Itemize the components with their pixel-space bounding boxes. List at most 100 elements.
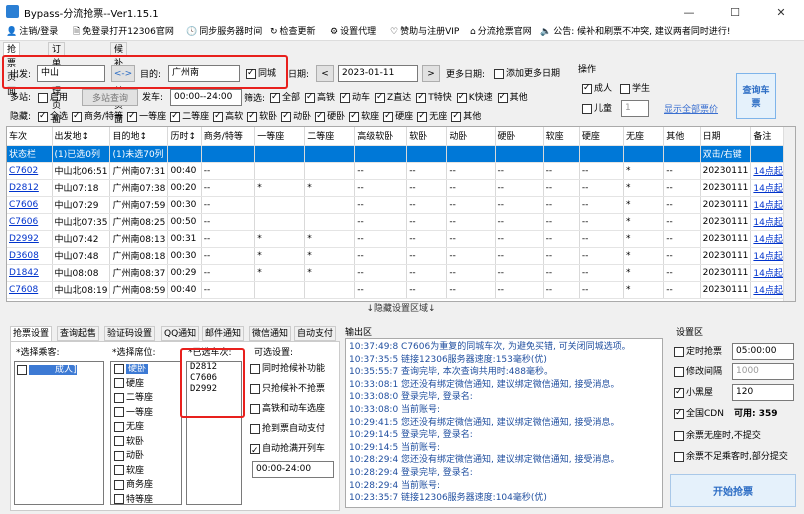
hide-other[interactable]: 其他: [451, 110, 481, 123]
column-header[interactable]: 日期: [700, 127, 752, 146]
hide-dongwo[interactable]: 动卧: [281, 110, 311, 123]
menu-official-site[interactable]: ⌂ 分流抢票官网: [470, 24, 532, 41]
seat-item[interactable]: 特等座: [111, 493, 181, 504]
filter-gaotie[interactable]: 高铁: [305, 91, 335, 104]
column-header[interactable]: 高级软卧: [354, 127, 408, 146]
column-header[interactable]: 出发地↕: [52, 127, 111, 146]
tab-wechat-notify[interactable]: 微信通知: [249, 326, 292, 341]
tab-qq-notify[interactable]: QQ通知: [161, 326, 200, 341]
status-row[interactable]: 状态栏 (1)已选0列 (1)未选70列 双击/右键: [7, 145, 795, 163]
seat-item[interactable]: 商务座: [111, 478, 181, 493]
adult-checkbox[interactable]: 成人: [582, 82, 612, 95]
blackroom-checkbox[interactable]: 小黑屋: [674, 386, 713, 399]
selected-trains-list[interactable]: D2812 C7606 D2992: [186, 361, 242, 505]
train-number-link[interactable]: C7606: [7, 213, 53, 231]
filter-z[interactable]: Z直达: [375, 91, 411, 104]
seat-list[interactable]: 硬卧 硬座 二等座 一等座 无座 软卧 动卧 软座 商务座 特等座: [110, 361, 182, 505]
column-header[interactable]: 车次: [7, 127, 53, 146]
column-header[interactable]: 无座: [623, 127, 665, 146]
partial-submit-checkbox[interactable]: 余票不足乘客时,部分提交: [674, 451, 788, 463]
table-row[interactable]: D3608 中山07:48 广州南08:18 00:30 -- * * -- -- -- -- -- -…: [7, 247, 795, 265]
table-row[interactable]: D2812 中山07:18 广州南07:38 00:20 -- * * -- -- -- -- -- -…: [7, 179, 795, 197]
timed-input[interactable]: 05:00:00: [732, 343, 794, 360]
column-header[interactable]: 软座: [543, 127, 580, 146]
seat-item[interactable]: 软卧: [111, 435, 181, 450]
filter-other[interactable]: 其他: [497, 91, 528, 104]
hide-ruanzuo[interactable]: 软座: [349, 110, 379, 123]
menu-login[interactable]: 👤 注销/登录: [6, 24, 58, 41]
start-grab-button[interactable]: 开始抢票: [670, 474, 796, 507]
same-city-checkbox[interactable]: 同城: [246, 67, 276, 80]
hide-wuzuo[interactable]: 无座: [417, 110, 447, 123]
table-row[interactable]: C7608 中山北08:19 广州南08:59 00:40 -- -- -- -- -- -- --…: [7, 281, 795, 299]
close-button[interactable]: ✕: [758, 0, 804, 24]
selected-train-item[interactable]: D2992: [187, 384, 241, 395]
interval-input[interactable]: 1000: [732, 363, 794, 380]
train-number-link[interactable]: D3608: [7, 247, 53, 265]
query-tickets-button[interactable]: 查询车票: [736, 73, 776, 119]
option-checkbox[interactable]: 只抢候补不抢票: [250, 380, 336, 400]
train-number-link[interactable]: C7606: [7, 196, 53, 214]
filter-k[interactable]: K快速: [456, 91, 493, 104]
minimize-button[interactable]: —: [666, 0, 712, 24]
hide-gaoruan[interactable]: 高软: [213, 110, 243, 123]
date-input[interactable]: 2023-01-11: [338, 65, 418, 82]
menu-notice[interactable]: 🔈 公告: 候补和刷票不冲突, 建议两者同时进行!: [540, 24, 730, 41]
menu-sync-time[interactable]: 🕓 同步服务器时间: [186, 24, 262, 41]
tab-captcha[interactable]: 验证码设置: [104, 326, 156, 341]
tab-grab-settings[interactable]: 抢票设置: [10, 326, 53, 341]
multi-query-button[interactable]: 多站查询: [82, 89, 138, 106]
train-number-link[interactable]: D2812: [7, 179, 53, 197]
tab-mail-notify[interactable]: 邮件通知: [202, 326, 245, 341]
menu-proxy[interactable]: ⚙ 设置代理: [330, 24, 376, 41]
depart-time-select[interactable]: 00:00--24:00: [170, 89, 242, 106]
passenger-list[interactable]: 成人]: [14, 361, 104, 505]
train-number-link[interactable]: C7608: [7, 281, 53, 299]
column-header[interactable]: 目的地↕: [109, 127, 169, 146]
option-checkbox[interactable]: 同时抢候补功能: [250, 360, 336, 380]
interval-checkbox[interactable]: 修改间隔: [674, 366, 722, 378]
next-date-button[interactable]: >: [422, 65, 440, 82]
add-more-dates-checkbox[interactable]: 添加更多日期: [494, 68, 560, 80]
table-scrollbar[interactable]: [783, 127, 795, 301]
table-row[interactable]: C7602 中山北06:51 广州南07:31 00:40 -- -- -- -- -- -- --…: [7, 162, 795, 180]
hide-business[interactable]: 商务/特等: [72, 110, 123, 123]
column-header[interactable]: 其他: [663, 127, 701, 146]
blackroom-input[interactable]: 120: [732, 384, 794, 401]
from-input[interactable]: 中山: [37, 65, 105, 82]
column-header[interactable]: 历时↕: [167, 127, 202, 146]
menu-sponsor[interactable]: ♡ 赞助与注册VIP: [390, 24, 459, 41]
column-header[interactable]: 软卧: [406, 127, 448, 146]
option-checkbox[interactable]: 自动抢满开列车: [250, 440, 336, 460]
seat-item[interactable]: 硬卧: [111, 362, 181, 377]
toggle-settings-bar[interactable]: ↓隐藏设置区域↓: [6, 303, 796, 315]
train-number-link[interactable]: D2992: [7, 230, 53, 248]
passenger-item[interactable]: 成人]: [15, 362, 103, 378]
student-checkbox[interactable]: 学生: [620, 83, 650, 95]
child-count-spinner[interactable]: 1: [621, 100, 649, 117]
filter-dongche[interactable]: 动车: [340, 91, 370, 104]
tab-waitlist[interactable]: 候补订单页面: [110, 42, 128, 125]
option-checkbox[interactable]: 高铁和动车选座: [250, 400, 336, 420]
option-checkbox[interactable]: 抢到票自动支付: [250, 420, 336, 440]
seat-item[interactable]: 二等座: [111, 391, 181, 406]
hide-all[interactable]: 全选: [38, 110, 68, 123]
column-header[interactable]: 商务/特等: [201, 127, 256, 146]
seat-item[interactable]: 一等座: [111, 406, 181, 421]
table-row[interactable]: C7606 中山北07:35 广州南08:25 00:50 -- -- -- -- -- -- --…: [7, 213, 795, 231]
filter-all[interactable]: 全部: [270, 91, 300, 104]
seat-item[interactable]: 软座: [111, 464, 181, 479]
selected-train-item[interactable]: D2812: [187, 362, 241, 373]
column-header[interactable]: 硬座: [579, 127, 625, 146]
no-seat-checkbox[interactable]: 余票无座时,不提交: [674, 430, 761, 442]
seat-item[interactable]: 动卧: [111, 449, 181, 464]
column-header[interactable]: 硬卧: [495, 127, 544, 146]
table-row[interactable]: D2992 中山07:42 广州南08:13 00:31 -- * * -- -- -- -- -- -…: [7, 230, 795, 248]
tab-grab[interactable]: 抢票页面: [3, 42, 21, 97]
table-row[interactable]: C7606 中山07:29 广州南07:59 00:30 -- -- -- -- -- -- -- *…: [7, 196, 795, 214]
column-header[interactable]: 一等座: [254, 127, 306, 146]
hide-ruanwo[interactable]: 软卧: [247, 110, 277, 123]
train-number-link[interactable]: D1842: [7, 264, 53, 282]
column-header[interactable]: 动卧: [446, 127, 496, 146]
column-header[interactable]: 二等座: [304, 127, 356, 146]
